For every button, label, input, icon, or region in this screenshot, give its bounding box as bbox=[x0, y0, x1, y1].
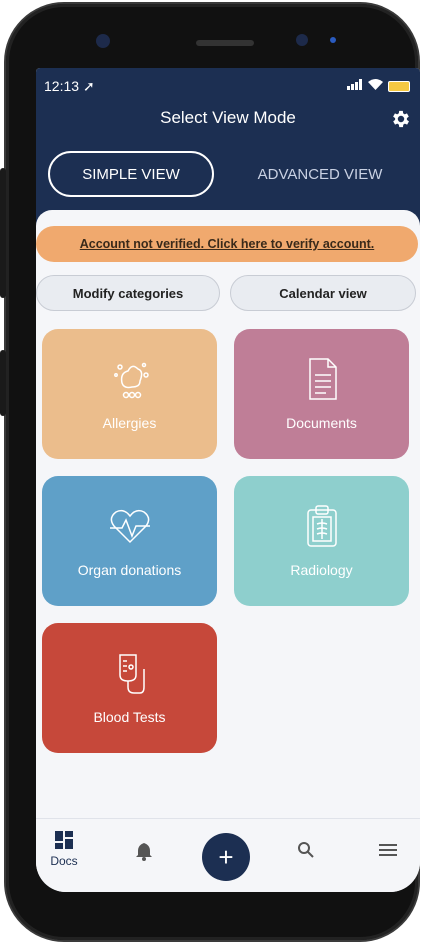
calendar-view-button[interactable]: Calendar view bbox=[230, 275, 416, 311]
tile-organ-donations[interactable]: Organ donations bbox=[42, 476, 217, 606]
add-button[interactable]: + bbox=[202, 833, 250, 881]
gear-icon[interactable] bbox=[390, 108, 412, 134]
tile-label: Blood Tests bbox=[93, 709, 166, 725]
app-header: 12:13 ➚ Select View Mode SIMPLE VIEW ADV… bbox=[36, 68, 420, 228]
tile-label: Radiology bbox=[290, 562, 353, 578]
allergy-icon bbox=[42, 355, 217, 403]
nav-docs-label: Docs bbox=[50, 854, 78, 868]
add-icon: + bbox=[218, 841, 234, 872]
clock: 12:13 ➚ bbox=[44, 77, 95, 94]
page-title: Select View Mode bbox=[160, 108, 296, 127]
tile-blood-tests[interactable]: Blood Tests bbox=[42, 623, 217, 753]
phone-frame: 12:13 ➚ Select View Mode SIMPLE VIEW ADV… bbox=[0, 4, 420, 940]
status-bar: 12:13 ➚ bbox=[44, 76, 410, 96]
bell-icon[interactable] bbox=[124, 841, 164, 889]
docs-icon bbox=[55, 831, 73, 852]
tile-label: Organ donations bbox=[77, 562, 182, 578]
heart-icon bbox=[42, 502, 217, 550]
volume-button bbox=[0, 168, 6, 298]
tile-allergies[interactable]: Allergies bbox=[42, 329, 217, 459]
bottom-navigation: Docs + bbox=[36, 818, 420, 892]
modify-categories-button[interactable]: Modify categories bbox=[36, 275, 220, 311]
menu-icon[interactable] bbox=[368, 843, 408, 891]
speaker-grille bbox=[196, 40, 254, 46]
battery-icon bbox=[388, 80, 410, 92]
tile-label: Allergies bbox=[102, 415, 157, 431]
sensor bbox=[296, 34, 308, 46]
bixby-button bbox=[0, 350, 6, 416]
document-icon bbox=[234, 355, 409, 403]
wifi-icon bbox=[368, 79, 383, 93]
advanced-view-button[interactable]: ADVANCED VIEW bbox=[240, 151, 400, 197]
front-camera bbox=[96, 34, 110, 48]
iv-bag-icon bbox=[42, 649, 217, 697]
tile-label: Documents bbox=[286, 415, 357, 431]
simple-view-button[interactable]: SIMPLE VIEW bbox=[48, 151, 214, 197]
verify-account-banner[interactable]: Account not verified. Click here to veri… bbox=[36, 226, 418, 262]
tile-radiology[interactable]: Radiology bbox=[234, 476, 409, 606]
status-icons bbox=[347, 79, 410, 93]
signal-icon bbox=[347, 79, 363, 93]
clipboard-icon bbox=[234, 502, 409, 550]
sensor-light bbox=[330, 37, 336, 43]
search-icon[interactable] bbox=[286, 841, 326, 889]
tile-documents[interactable]: Documents bbox=[234, 329, 409, 459]
app-screen: 12:13 ➚ Select View Mode SIMPLE VIEW ADV… bbox=[36, 68, 420, 892]
nav-docs[interactable]: Docs bbox=[44, 831, 84, 879]
